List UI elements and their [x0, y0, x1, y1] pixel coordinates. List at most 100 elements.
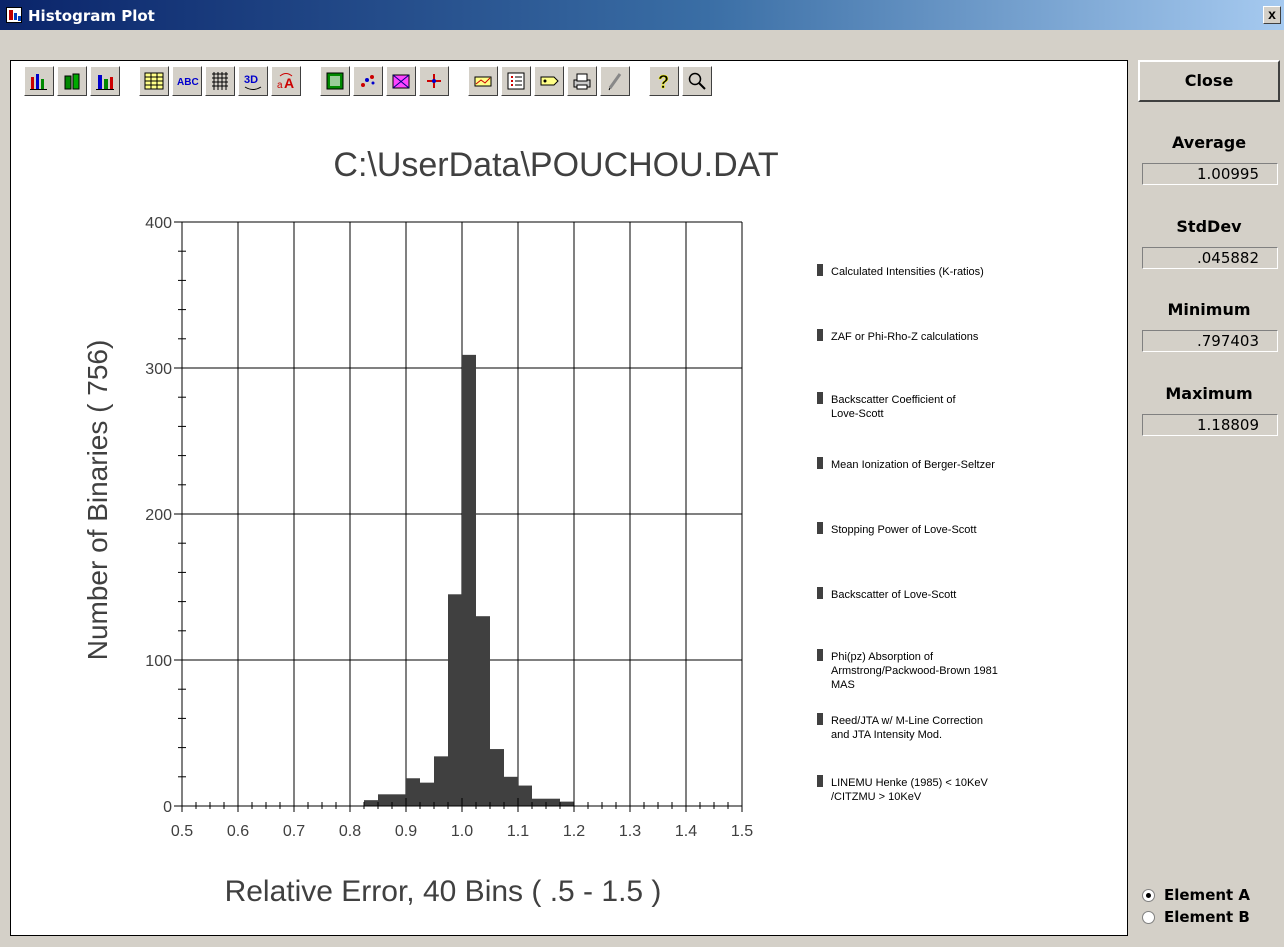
- grid-button[interactable]: [205, 66, 235, 96]
- close-button[interactable]: Close: [1138, 60, 1280, 102]
- legend-entry-line: Armstrong/Packwood-Brown 1981: [831, 665, 998, 677]
- y-tick-label: 200: [145, 507, 172, 524]
- legend-entry-line: LINEMU Henke (1985) < 10KeV: [831, 777, 988, 789]
- histogram-bar: [476, 616, 490, 806]
- pattern-icon: [391, 71, 411, 91]
- edit-pen-button[interactable]: [600, 66, 630, 96]
- legend-swatch: [817, 392, 823, 404]
- legend-swatch: [817, 329, 823, 341]
- legend-entry-line: and JTA Intensity Mod.: [831, 729, 942, 741]
- legend-entry-line: MAS: [831, 679, 855, 691]
- legend-entry: Calculated Intensities (K-ratios): [831, 266, 984, 278]
- minimum-value: .797403: [1142, 330, 1278, 352]
- stddev-value: .045882: [1142, 247, 1278, 269]
- stacked-bar-icon: [95, 71, 115, 91]
- grid-icon: [210, 71, 230, 91]
- legend-swatch: [817, 264, 823, 276]
- x-tick-label: 0.9: [395, 823, 417, 840]
- scatter-icon: [358, 71, 378, 91]
- average-label: Average: [1171, 133, 1247, 152]
- histogram-bar: [504, 776, 518, 806]
- rotate-3d-button[interactable]: 3D: [238, 66, 268, 96]
- zoom-button[interactable]: [682, 66, 712, 96]
- histogram-bar: [560, 801, 574, 806]
- scatter-button[interactable]: [353, 66, 383, 96]
- chart-title: C:\UserData\POUCHOU.DAT: [333, 146, 778, 184]
- x-tick-label: 0.6: [227, 823, 249, 840]
- radio-button-icon[interactable]: [1142, 889, 1155, 902]
- title-bar: Histogram Plot x: [0, 0, 1284, 30]
- svg-text:?: ?: [658, 72, 669, 91]
- chart-properties-icon: [473, 71, 493, 91]
- crosshair-icon: [424, 71, 444, 91]
- chart-properties-button[interactable]: [468, 66, 498, 96]
- histogram-bar: [448, 594, 462, 806]
- window-title: Histogram Plot: [28, 7, 155, 25]
- legend-entry-line: Backscatter Coefficient of: [831, 394, 956, 406]
- label-tag-icon: [539, 71, 559, 91]
- legend-entry: Stopping Power of Love-Scott: [831, 524, 977, 536]
- element-a-label: Element A: [1164, 886, 1251, 904]
- pattern-button[interactable]: [386, 66, 416, 96]
- svg-text:a: a: [277, 80, 283, 91]
- legend: Calculated Intensities (K-ratios) ZAF or …: [817, 264, 998, 803]
- legend-swatch: [817, 713, 823, 725]
- histogram-bar: [406, 778, 420, 806]
- 3d-bar-icon: [62, 71, 82, 91]
- radio-selected-dot: [1146, 893, 1151, 898]
- histogram-bar: [364, 800, 378, 806]
- x-tick-label: 0.5: [171, 823, 193, 840]
- histogram-bar: [490, 749, 504, 806]
- x-tick-label: 0.8: [339, 823, 361, 840]
- y-tick-label: 400: [145, 215, 172, 232]
- x-tick-label: 1.5: [731, 823, 753, 840]
- histogram-bar: [392, 794, 406, 806]
- print-button[interactable]: [567, 66, 597, 96]
- legend-entry-line: Love-Scott: [831, 408, 884, 420]
- average-value: 1.00995: [1142, 163, 1278, 185]
- print-icon: [572, 71, 592, 91]
- text-abc-icon: ABC: [177, 71, 199, 91]
- element-b-label: Element B: [1164, 908, 1250, 926]
- table-button[interactable]: [139, 66, 169, 96]
- histogram-bar: [518, 785, 532, 806]
- legend-entry: Mean Ionization of Berger-Seltzer: [831, 459, 995, 471]
- x-axis-title: Relative Error, 40 Bins ( .5 - 1.5 ): [225, 875, 662, 908]
- x-tick-label: 1.4: [675, 823, 697, 840]
- app-icon: [6, 7, 22, 23]
- window-close-button[interactable]: x: [1263, 6, 1281, 24]
- help-button[interactable]: ?: [649, 66, 679, 96]
- legend-entry-line: ZAF or Phi-Rho-Z calculations: [831, 331, 979, 343]
- text-abc-button[interactable]: ABC: [172, 66, 202, 96]
- font-button[interactable]: aA: [271, 66, 301, 96]
- histogram-bars: [364, 354, 574, 806]
- legend-entry-line: Stopping Power of Love-Scott: [831, 524, 977, 536]
- x-tick-label: 1.1: [507, 823, 529, 840]
- label-tag-button[interactable]: [534, 66, 564, 96]
- maximum-label: Maximum: [1165, 384, 1253, 403]
- background-color-button[interactable]: [320, 66, 350, 96]
- x-tick-label: 1.3: [619, 823, 641, 840]
- radio-button-icon[interactable]: [1142, 911, 1155, 924]
- crosshair-button[interactable]: [419, 66, 449, 96]
- histogram-chart: C:\UserData\POUCHOU.DAT Number of Binari…: [82, 146, 998, 908]
- legend-entry: Backscatter Coefficient of Love-Scott: [831, 394, 956, 420]
- svg-text:ABC: ABC: [177, 77, 199, 88]
- legend-entry: LINEMU Henke (1985) < 10KeV/CITZMU > 10K…: [831, 777, 988, 803]
- y-tick-label: 0: [163, 799, 172, 816]
- bar-chart-button[interactable]: [24, 66, 54, 96]
- svg-text:A: A: [284, 75, 294, 91]
- maximum-value: 1.18809: [1142, 414, 1278, 436]
- stacked-bar-button[interactable]: [90, 66, 120, 96]
- legend-entry-line: Reed/JTA w/ M-Line Correction: [831, 715, 983, 727]
- 3d-bar-button[interactable]: [57, 66, 87, 96]
- legend-button[interactable]: [501, 66, 531, 96]
- legend-swatch: [817, 775, 823, 787]
- help-icon: ?: [654, 71, 674, 93]
- table-icon: [144, 71, 164, 91]
- right-panel: Close Average 1.00995 StdDev .045882 Min…: [1138, 60, 1284, 947]
- legend-swatch: [817, 649, 823, 661]
- legend-swatch: [817, 522, 823, 534]
- histogram-bar: [546, 798, 560, 806]
- minimum-label: Minimum: [1167, 300, 1251, 319]
